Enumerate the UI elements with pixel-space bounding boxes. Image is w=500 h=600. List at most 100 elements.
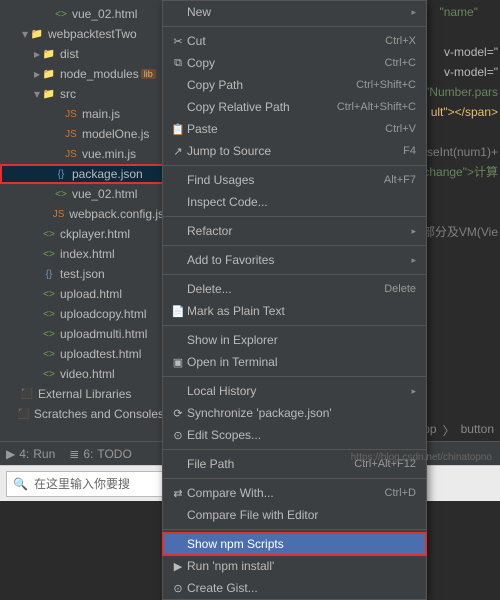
menu-item-copy[interactable]: ⧉CopyCtrl+C	[163, 52, 426, 74]
todo-tool-button[interactable]: ≣ 6: TODO	[69, 447, 132, 461]
menu-item-local-history[interactable]: Local History▸	[163, 380, 426, 402]
menu-item-label: Find Usages	[187, 173, 384, 187]
menu-item-show-in-explorer[interactable]: Show in Explorer	[163, 329, 426, 351]
menu-item-label: Cut	[187, 34, 385, 48]
tree-item-webpack-config-js[interactable]: JSwebpack.config.js	[0, 204, 164, 224]
menu-item-paste[interactable]: 📋PasteCtrl+V	[163, 118, 426, 140]
menu-shortcut: Ctrl+Shift+C	[356, 79, 416, 91]
tree-item-uploadtest-html[interactable]: <>uploadtest.html	[0, 344, 164, 364]
menu-item-add-to-favorites[interactable]: Add to Favorites▸	[163, 249, 426, 271]
tree-item-dist[interactable]: ▸📁dist	[0, 44, 164, 64]
tree-item-label: dist	[60, 47, 79, 61]
menu-item-open-in-terminal[interactable]: ▣Open in Terminal	[163, 351, 426, 373]
code-fragment: "name"	[439, 2, 478, 22]
tree-item-scratches-and-consoles[interactable]: ⬛ Scratches and Consoles	[0, 404, 164, 424]
tree-item-label: vue_02.html	[72, 7, 137, 21]
menu-item-icon: ⊙	[169, 582, 187, 595]
library-badge: lib	[141, 69, 156, 79]
search-placeholder: 在这里输入你要搜	[34, 475, 130, 492]
lib-icon: ⬛	[17, 407, 29, 421]
menu-item-icon: ⧉	[169, 57, 187, 70]
watermark: https://blog.csdn.net/chinatopno	[351, 452, 492, 463]
menu-item-copy-path[interactable]: Copy PathCtrl+Shift+C	[163, 74, 426, 96]
menu-item-icon: 📄	[169, 305, 187, 318]
menu-item-icon: ▣	[169, 356, 187, 369]
tree-item-label: package.json	[72, 167, 143, 181]
html-icon: <>	[42, 347, 56, 361]
menu-item-refactor[interactable]: Refactor▸	[163, 220, 426, 242]
menu-item-mark-as-plain-text[interactable]: 📄Mark as Plain Text	[163, 300, 426, 322]
menu-item-icon: ⊙	[169, 429, 187, 442]
html-icon: <>	[42, 227, 56, 241]
menu-item-cut[interactable]: ✂CutCtrl+X	[163, 30, 426, 52]
tree-item-video-html[interactable]: <> video.html	[0, 364, 164, 384]
tree-item-main-js[interactable]: JSmain.js	[0, 104, 164, 124]
search-icon: 🔍	[13, 477, 28, 491]
tree-item-package-json[interactable]: {}package.json	[0, 164, 164, 184]
menu-item-inspect-code-[interactable]: Inspect Code...	[163, 191, 426, 213]
code-fragment: "change">计算	[419, 162, 498, 182]
menu-item-find-usages[interactable]: Find UsagesAlt+F7	[163, 169, 426, 191]
html-icon: <>	[54, 187, 68, 201]
tree-item-vue_02-html[interactable]: <> vue_02.html	[0, 4, 164, 24]
tree-item-modelone-js[interactable]: JSmodelOne.js	[0, 124, 164, 144]
tree-item-label: test.json	[60, 267, 105, 281]
json-icon: {}	[42, 267, 56, 281]
menu-item-copy-relative-path[interactable]: Copy Relative PathCtrl+Alt+Shift+C	[163, 96, 426, 118]
menu-item-edit-scopes-[interactable]: ⊙Edit Scopes...	[163, 424, 426, 446]
project-tree[interactable]: <>vue_02.html▾📁webpacktestTwo▸📁dist▸📁nod…	[0, 0, 165, 501]
windows-search[interactable]: 🔍 在这里输入你要搜	[6, 471, 186, 497]
menu-item-label: Copy Relative Path	[187, 100, 337, 114]
submenu-arrow-icon: ▸	[411, 226, 416, 237]
menu-item-show-npm-scripts[interactable]: Show npm Scripts	[163, 533, 426, 555]
code-fragment: v-model="	[444, 42, 498, 62]
menu-item-label: Compare File with Editor	[187, 508, 416, 522]
menu-item-create-gist-[interactable]: ⊙Create Gist...	[163, 577, 426, 599]
menu-item-compare-file-with-editor[interactable]: Compare File with Editor	[163, 504, 426, 526]
tree-item-src[interactable]: ▾📁 src	[0, 84, 164, 104]
menu-separator	[163, 529, 426, 530]
tree-item-label: vue_02.html	[72, 187, 137, 201]
menu-item-delete-[interactable]: Delete...Delete	[163, 278, 426, 300]
code-fragment: ult"></span>	[431, 102, 498, 122]
tree-item-uploadcopy-html[interactable]: <>uploadcopy.html	[0, 304, 164, 324]
breadcrumb-item[interactable]: button	[461, 422, 494, 439]
menu-item-jump-to-source[interactable]: ↗Jump to SourceF4	[163, 140, 426, 162]
tree-item-webpacktesttwo[interactable]: ▾📁webpacktestTwo	[0, 24, 164, 44]
menu-item-label: Show npm Scripts	[187, 537, 416, 551]
tree-item-vue_02-html[interactable]: <> vue_02.html	[0, 184, 164, 204]
tree-item-label: src	[60, 87, 76, 101]
menu-item-label: Open in Terminal	[187, 355, 416, 369]
run-tool-button[interactable]: ▶ 4: Run	[6, 447, 55, 461]
menu-item-synchronize-package-json-[interactable]: ⟳Synchronize 'package.json'	[163, 402, 426, 424]
menu-item-new[interactable]: New▸	[163, 1, 426, 23]
tree-item-label: modelOne.js	[82, 127, 149, 141]
expand-arrow-icon: ▾	[20, 27, 30, 41]
tree-item-label: Scratches and Consoles	[34, 407, 164, 421]
tree-item-label: video.html	[60, 367, 115, 381]
menu-item-label: Edit Scopes...	[187, 428, 416, 442]
tree-item-ckplayer-html[interactable]: <>ckplayer.html	[0, 224, 164, 244]
menu-separator	[163, 216, 426, 217]
expand-arrow-icon: ▾	[32, 87, 42, 101]
tree-item-vue-min-js[interactable]: JSvue.min.js	[0, 144, 164, 164]
tree-item-test-json[interactable]: {} test.json	[0, 264, 164, 284]
menu-item-label: New	[187, 5, 411, 19]
menu-item-label: Run 'npm install'	[187, 559, 416, 573]
menu-separator	[163, 478, 426, 479]
tree-item-upload-html[interactable]: <>upload.html	[0, 284, 164, 304]
expand-arrow-icon: ▸	[32, 47, 42, 61]
tree-item-external-libraries[interactable]: ⬛External Libraries	[0, 384, 164, 404]
menu-item-run-npm-install-[interactable]: ▶Run 'npm install'	[163, 555, 426, 577]
menu-item-icon: ▶	[169, 560, 187, 573]
tree-item-index-html[interactable]: <>index.html	[0, 244, 164, 264]
menu-shortcut: Ctrl+D	[385, 487, 416, 499]
html-icon: <>	[42, 367, 56, 381]
html-icon: <>	[54, 7, 68, 21]
js-icon: JS	[64, 147, 78, 161]
tree-item-node_modules[interactable]: ▸📁node_moduleslib	[0, 64, 164, 84]
tree-item-label: upload.html	[60, 287, 122, 301]
menu-item-label: Delete...	[187, 282, 384, 296]
folder-icon: 📁	[42, 87, 56, 101]
tree-item-uploadmulti-html[interactable]: <>uploadmulti.html	[0, 324, 164, 344]
